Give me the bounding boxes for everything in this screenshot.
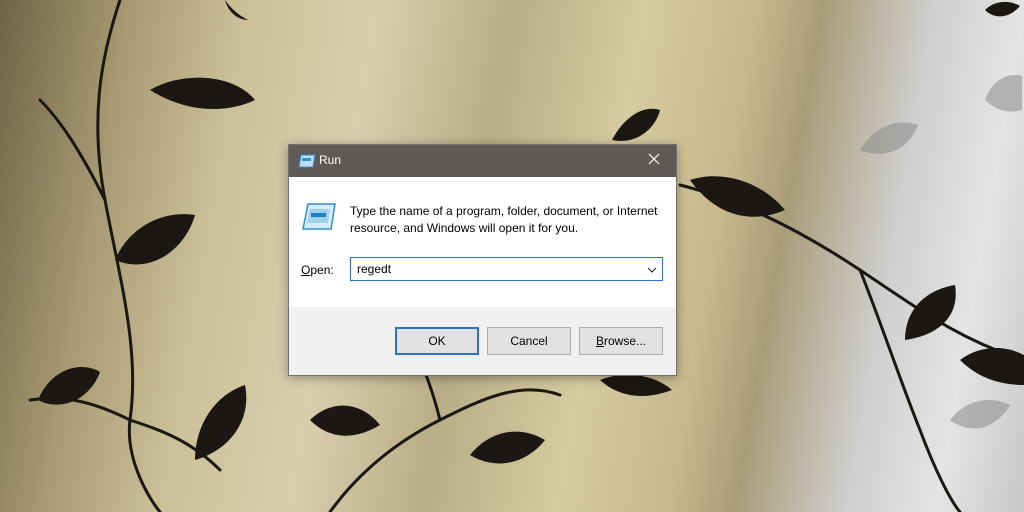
run-app-icon bbox=[302, 201, 336, 231]
chevron-down-icon bbox=[647, 260, 657, 278]
open-label-accelerator: O bbox=[301, 263, 311, 277]
dropdown-button[interactable] bbox=[642, 258, 662, 280]
open-label: Open: bbox=[301, 263, 334, 277]
browse-accelerator: B bbox=[595, 334, 604, 348]
cancel-button[interactable]: Cancel bbox=[487, 327, 571, 355]
dialog-titlebar[interactable]: Run bbox=[289, 145, 676, 177]
open-label-text: pen: bbox=[310, 263, 334, 277]
dialog-title: Run bbox=[319, 153, 342, 167]
ok-button[interactable]: OK bbox=[395, 327, 479, 355]
run-dialog: Run Type the name of a program, folder, … bbox=[288, 144, 677, 376]
close-button[interactable] bbox=[632, 145, 676, 177]
browse-label-text: rowse... bbox=[604, 334, 647, 348]
dialog-content: Type the name of a program, folder, docu… bbox=[289, 177, 676, 307]
open-combobox[interactable]: regedt bbox=[350, 257, 663, 281]
dialog-description: Type the name of a program, folder, docu… bbox=[350, 204, 658, 235]
run-app-icon bbox=[298, 154, 316, 168]
close-icon bbox=[648, 152, 660, 170]
open-input[interactable]: regedt bbox=[357, 262, 391, 276]
browse-button[interactable]: Browse... bbox=[579, 327, 663, 355]
